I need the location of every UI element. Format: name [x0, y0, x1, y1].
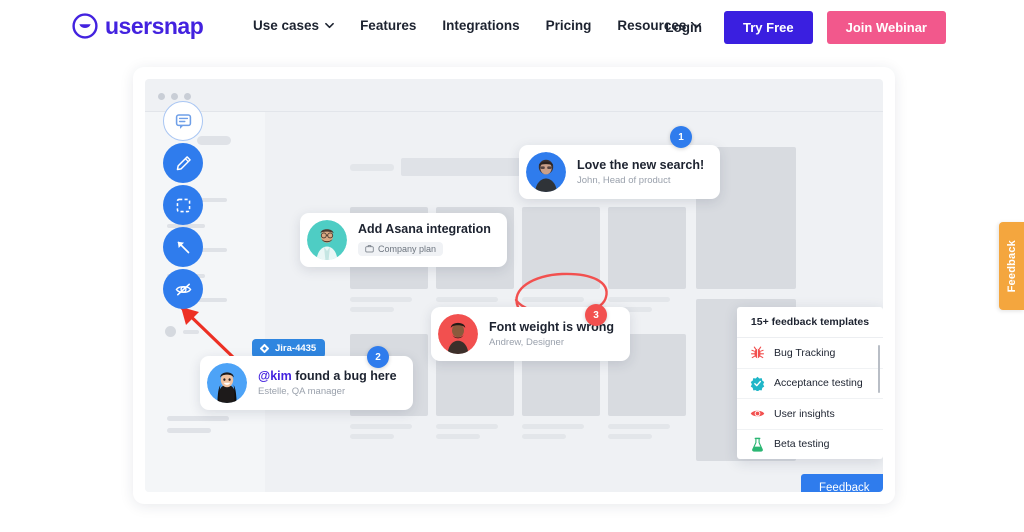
- wireframe-line: [436, 297, 498, 302]
- wireframe-line: [436, 434, 480, 439]
- wireframe-line: [350, 164, 394, 171]
- feedback-card-text: Add Asana integration Company plan: [358, 222, 491, 258]
- template-label: Bug Tracking: [774, 346, 836, 359]
- tool-screenshot-frame-button[interactable]: [163, 185, 203, 225]
- feedback-card-text: Love the new search! John, Head of produ…: [577, 158, 704, 187]
- mockup-feedback-button[interactable]: Feedback: [801, 474, 883, 492]
- screenshot-frame-icon: [174, 196, 193, 215]
- feedback-card-text: @kim found a bug here Estelle, QA manage…: [258, 369, 397, 398]
- feedback-badge-1[interactable]: 1: [670, 126, 692, 148]
- check-badge-icon: [750, 376, 765, 391]
- window-dot: [184, 93, 191, 100]
- nav-label-use-cases: Use cases: [253, 18, 320, 33]
- flask-icon: [750, 437, 765, 452]
- eye-off-icon: [174, 280, 193, 299]
- company-plan-chip: Company plan: [358, 241, 444, 256]
- avatar: [438, 314, 478, 354]
- template-label: Beta testing: [774, 438, 830, 451]
- feedback-badge-2[interactable]: 2: [367, 346, 389, 368]
- wireframe-line: [522, 424, 584, 429]
- wireframe-line: [350, 434, 394, 439]
- comment-icon: [174, 112, 193, 131]
- usersnap-smile-logo-icon: [72, 13, 98, 39]
- tool-comment-button[interactable]: [163, 101, 203, 141]
- wireframe-bar: [167, 428, 211, 433]
- jira-tag-label: Jira-4435: [275, 343, 317, 354]
- product-mockup-frame: Love the new search! John, Head of produ…: [133, 67, 895, 504]
- nav-item-integrations[interactable]: Integrations: [442, 18, 519, 33]
- tool-pencil-button[interactable]: [163, 143, 203, 183]
- feedback-card-subtitle: Estelle, QA manager: [258, 386, 346, 398]
- header-actions: Login Try Free Join Webinar: [665, 11, 946, 44]
- feedback-card-love-the-new-search[interactable]: Love the new search! John, Head of produ…: [519, 145, 721, 199]
- nav-item-use-cases[interactable]: Use cases: [253, 18, 334, 33]
- wireframe-line: [608, 434, 652, 439]
- try-free-button[interactable]: Try Free: [724, 11, 813, 44]
- nav-label-pricing: Pricing: [545, 18, 592, 33]
- jira-icon: [259, 343, 270, 354]
- mention-kim: @kim: [258, 368, 292, 383]
- brand-logo[interactable]: usersnap: [72, 12, 204, 39]
- template-item-user-insights[interactable]: User insights: [737, 399, 883, 430]
- feedback-templates-panel: 15+ feedback templates Bug Tracking Acce…: [737, 307, 883, 459]
- main-nav: Use cases Features Integrations Pricing …: [253, 18, 702, 33]
- avatar: [207, 363, 247, 403]
- wireframe-line: [522, 434, 566, 439]
- nav-label-integrations: Integrations: [442, 18, 520, 33]
- browser-mockup: Love the new search! John, Head of produ…: [145, 79, 883, 492]
- wireframe-line: [350, 297, 412, 302]
- annotation-toolbar: [163, 101, 203, 311]
- nav-item-pricing[interactable]: Pricing: [546, 18, 592, 33]
- tool-eye-off-button[interactable]: [163, 269, 203, 309]
- feedback-card-title: @kim found a bug here: [258, 369, 397, 385]
- feedback-side-tab-label: Feedback: [1005, 239, 1018, 293]
- wireframe-line: [350, 424, 412, 429]
- feedback-card-add-asana-integration[interactable]: Add Asana integration Company plan: [300, 213, 507, 267]
- feedback-card-title: Love the new search!: [577, 157, 705, 172]
- template-label: Acceptance testing: [774, 377, 863, 390]
- arrow-pointer-icon: [174, 238, 193, 257]
- template-item-acceptance-testing[interactable]: Acceptance testing: [737, 369, 883, 399]
- wireframe-line: [350, 307, 394, 312]
- chevron-down-icon: [325, 21, 334, 30]
- wireframe-bar: [167, 416, 229, 421]
- bug-icon: [750, 345, 765, 360]
- window-dot: [171, 93, 178, 100]
- feedback-badge-3[interactable]: 3: [585, 304, 607, 326]
- templates-scrollbar[interactable]: [877, 345, 880, 393]
- site-header: usersnap Use cases Features Integrations…: [0, 0, 1024, 57]
- window-controls: [158, 93, 191, 100]
- template-label: User insights: [774, 407, 835, 420]
- pencil-icon: [174, 154, 193, 173]
- feedback-card-title-rest: found a bug here: [291, 368, 397, 383]
- templates-panel-heading: 15+ feedback templates: [737, 307, 883, 338]
- nav-label-features: Features: [360, 18, 417, 33]
- brand-name: usersnap: [105, 12, 204, 39]
- wireframe-line: [608, 424, 670, 429]
- wireframe-line: [436, 424, 498, 429]
- avatar: [307, 220, 347, 260]
- window-dot: [158, 93, 165, 100]
- feedback-card-subtitle: John, Head of product: [577, 175, 671, 187]
- template-item-bug-tracking[interactable]: Bug Tracking: [737, 338, 883, 369]
- briefcase-icon: [365, 244, 374, 253]
- feedback-card-title: Add Asana integration: [358, 221, 491, 236]
- eye-icon: [750, 406, 765, 421]
- login-link[interactable]: Login: [665, 20, 702, 35]
- feedback-side-tab[interactable]: Feedback: [999, 222, 1024, 310]
- tool-arrow-pointer-button[interactable]: [163, 227, 203, 267]
- template-item-beta-testing[interactable]: Beta testing: [737, 430, 883, 460]
- company-plan-label: Company plan: [378, 243, 437, 254]
- avatar: [526, 152, 566, 192]
- feedback-card-subtitle: Andrew, Designer: [489, 337, 564, 349]
- nav-item-features[interactable]: Features: [360, 18, 416, 33]
- join-webinar-button[interactable]: Join Webinar: [826, 11, 946, 44]
